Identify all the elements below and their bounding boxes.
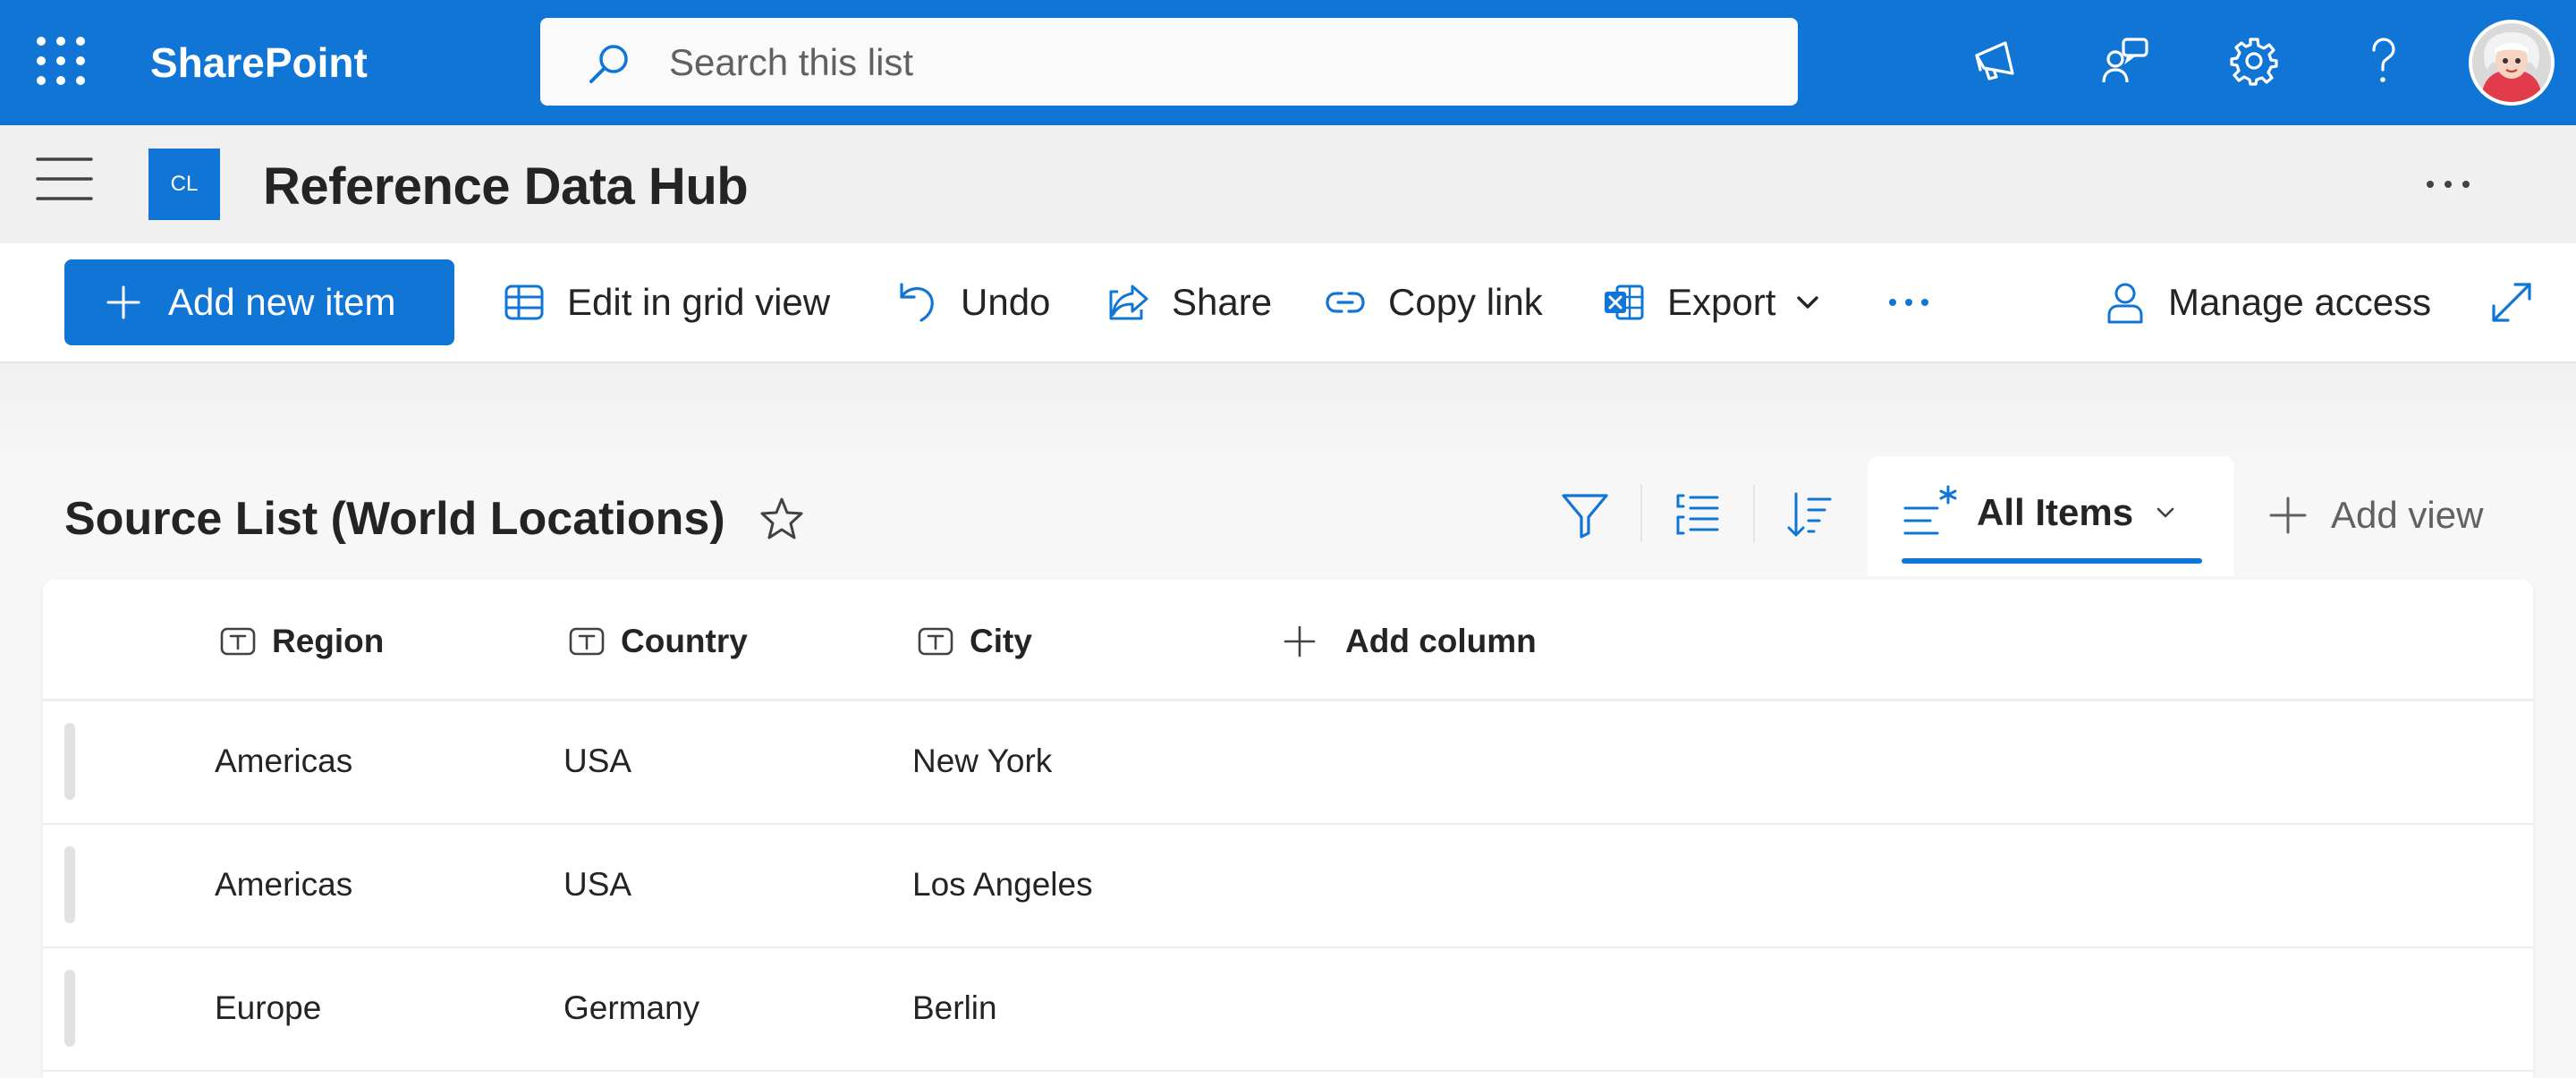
list-title: Source List (World Locations) (64, 493, 725, 545)
more-options-icon[interactable] (2424, 175, 2472, 193)
search-box[interactable] (540, 18, 1798, 106)
add-new-item-label: Add new item (168, 281, 396, 323)
sort-icon[interactable] (1785, 490, 1835, 540)
view-name: All Items (1977, 491, 2134, 533)
plus-icon (106, 285, 140, 319)
table-row[interactable]: Americas USA New York (43, 701, 2533, 825)
active-view-indicator (1902, 558, 2202, 564)
table-row[interactable]: Americas USA Los Angeles (43, 825, 2533, 948)
export-label: Export (1667, 281, 1776, 323)
row-selector[interactable] (64, 846, 75, 923)
waffle-icon[interactable] (36, 36, 86, 86)
text-field-icon (220, 627, 256, 656)
cell-country: USA (564, 866, 632, 903)
row-selector[interactable] (64, 970, 75, 1047)
edit-grid-view-label: Edit in grid view (567, 281, 831, 323)
manage-access-label: Manage access (2168, 281, 2432, 323)
cell-city: Los Angeles (912, 866, 1093, 903)
undo-button[interactable]: Undo (896, 274, 1050, 331)
view-list-icon (1903, 485, 1957, 535)
person-icon (2107, 283, 2143, 324)
cell-city: New York (912, 743, 1053, 779)
cell-region: Europe (215, 989, 322, 1026)
more-options-icon (1889, 299, 1928, 306)
copy-link-label: Copy link (1388, 281, 1543, 323)
undo-icon (900, 283, 934, 322)
share-button[interactable]: Share (1107, 274, 1272, 331)
column-header-country[interactable]: Country (569, 619, 748, 664)
cell-country: Germany (564, 989, 700, 1026)
search-icon (589, 45, 628, 83)
toolbar-divider (1640, 485, 1642, 542)
list-table: Region Country City Add column Americas (43, 580, 2533, 1078)
more-commands-button[interactable] (1887, 274, 1930, 331)
gear-icon[interactable] (2229, 36, 2279, 86)
expand-button[interactable] (2490, 274, 2533, 331)
undo-label: Undo (961, 281, 1051, 323)
column-header-row: Region Country City Add column (43, 580, 2533, 701)
search-input[interactable] (669, 36, 1742, 89)
edit-grid-view-button[interactable]: Edit in grid view (503, 274, 830, 331)
toolbar-divider (1753, 485, 1755, 542)
manage-access-button[interactable]: Manage access (2104, 274, 2431, 331)
megaphone-icon[interactable] (1971, 36, 2021, 86)
text-field-icon (918, 627, 953, 656)
share-label: Share (1172, 281, 1273, 323)
plus-icon (2269, 497, 2307, 534)
share-icon (1109, 284, 1148, 320)
cell-country: USA (564, 743, 632, 779)
grid-icon (504, 284, 544, 320)
add-column-label: Add column (1345, 623, 1537, 659)
table-row[interactable]: Europe Germany Berlin (43, 948, 2533, 1072)
command-bar: Add new item Edit in grid view Undo Shar… (0, 243, 2576, 363)
feedback-icon[interactable] (2100, 36, 2150, 86)
column-header-city[interactable]: City (918, 619, 1032, 664)
app-name[interactable]: SharePoint (150, 36, 368, 89)
export-button[interactable]: Export (1603, 274, 1822, 331)
column-header-region[interactable]: Region (220, 619, 384, 664)
plus-icon (1284, 625, 1316, 658)
add-view-button[interactable]: Add view (2268, 488, 2483, 542)
excel-icon (1605, 284, 1644, 320)
site-logo[interactable]: CL (148, 149, 220, 220)
site-title[interactable]: Reference Data Hub (263, 156, 749, 218)
filter-icon[interactable] (1560, 490, 1610, 540)
column-header-label: Country (621, 623, 748, 659)
favorite-star-icon[interactable] (758, 496, 805, 542)
suite-bar: SharePoint (0, 0, 2576, 125)
cell-city: Berlin (912, 989, 997, 1026)
column-header-label: Region (272, 623, 385, 659)
link-icon (1326, 292, 1365, 313)
add-column-button[interactable]: Add column (1283, 619, 1537, 664)
row-selector[interactable] (64, 723, 75, 800)
chevron-down-icon (1797, 296, 1819, 309)
add-view-label: Add view (2331, 494, 2484, 536)
add-new-item-button[interactable]: Add new item (64, 259, 454, 345)
chevron-down-icon (2157, 507, 2174, 518)
expand-icon (2492, 283, 2531, 322)
text-field-icon (569, 627, 605, 656)
cell-region: Americas (215, 866, 353, 903)
avatar[interactable] (2469, 20, 2555, 106)
view-selector-all-items[interactable]: All Items (1868, 456, 2234, 576)
column-header-label: City (970, 623, 1032, 659)
group-by-icon[interactable] (1673, 490, 1723, 540)
cell-region: Americas (215, 743, 353, 779)
site-header: CL Reference Data Hub (0, 125, 2576, 243)
help-icon[interactable] (2358, 36, 2408, 86)
avatar-image (2472, 23, 2551, 102)
hamburger-menu-icon[interactable] (36, 156, 93, 202)
copy-link-button[interactable]: Copy link (1324, 274, 1543, 331)
